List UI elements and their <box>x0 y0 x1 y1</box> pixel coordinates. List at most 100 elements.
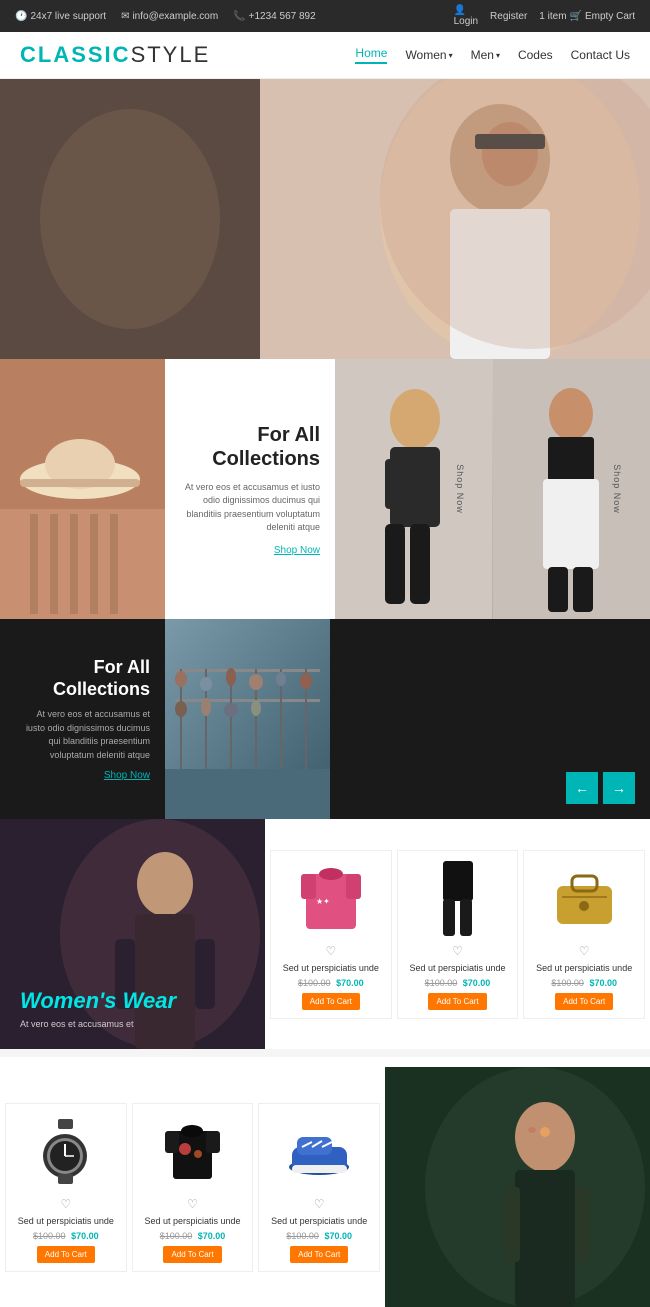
men-person-svg <box>385 1067 650 1307</box>
phone-info: 📞 +1234 567 892 <box>233 11 315 22</box>
clock-icon: 🕐 <box>15 11 27 22</box>
collections-text: For All Collections At vero eos et accus… <box>165 359 335 619</box>
new-price-1: $70.00 <box>336 978 364 988</box>
men-product-image-3 <box>284 1112 354 1192</box>
next-arrow-button[interactable]: → <box>603 772 635 804</box>
men-product-3: ♡ Sed ut perspiciatis unde $100.00 $70.0… <box>258 1103 380 1272</box>
nav-men[interactable]: Men ▾ <box>471 48 500 62</box>
top-bar: 🕐 24x7 live support ✉ info@example.com 📞… <box>0 0 650 32</box>
men-banner: Men's Wear At vero eos et accusamus et <box>385 1067 650 1307</box>
men-product-1: ♡ Sed ut perspiciatis unde $100.00 $70.0… <box>5 1103 127 1272</box>
black-pants-svg <box>438 861 478 936</box>
men-product-grid: ♡ Sed ut perspiciatis unde $100.00 $70.0… <box>0 1067 385 1307</box>
men-old-price-3: $100.00 <box>286 1231 319 1241</box>
men-product-title-3: Sed ut perspiciatis unde <box>271 1216 367 1226</box>
brown-bag-svg <box>552 871 617 926</box>
hat-image <box>0 359 165 619</box>
wishlist-icon-3[interactable]: ♡ <box>579 944 590 958</box>
cart-count: 1 item <box>539 11 566 22</box>
hero-right-panel <box>260 79 650 359</box>
header: CLASSICSTYLE Home Women ▾ Men ▾ Codes Co… <box>0 32 650 79</box>
men-add-to-cart-3[interactable]: Add To Cart <box>290 1246 348 1263</box>
logo-classic: CLASSIC <box>20 42 131 67</box>
logo: CLASSICSTYLE <box>20 42 210 68</box>
add-to-cart-1[interactable]: Add To Cart <box>302 993 360 1010</box>
men-old-price-2: $100.00 <box>160 1231 193 1241</box>
men-new-price-2: $70.00 <box>198 1231 226 1241</box>
main-nav: Home Women ▾ Men ▾ Codes Contact Us <box>355 46 630 64</box>
women-product-1: ★✦ ♡ Sed ut perspiciatis unde $100.00 $7… <box>270 850 392 1019</box>
men-add-to-cart-1[interactable]: Add To Cart <box>37 1246 95 1263</box>
hat-svg <box>0 359 165 619</box>
email-info: ✉ info@example.com <box>121 11 218 22</box>
men-wishlist-icon-2[interactable]: ♡ <box>187 1197 198 1211</box>
men-wishlist-icon-1[interactable]: ♡ <box>60 1197 71 1211</box>
model-panel-1: Shop Now <box>335 359 493 619</box>
women-product-2: ♡ Sed ut perspiciatis unde $100.00 $70.0… <box>397 850 519 1019</box>
nav-home[interactable]: Home <box>355 46 387 64</box>
add-to-cart-2[interactable]: Add To Cart <box>428 993 486 1010</box>
product-price-2: $100.00 $70.00 <box>425 978 491 988</box>
login-link[interactable]: 👤 Login <box>454 5 478 27</box>
slider-arrows: ← → <box>330 619 650 819</box>
tshirt-svg <box>165 1119 220 1184</box>
cart-icon: 🛒 <box>570 11 582 22</box>
women-subtitle: At vero eos et accusamus et <box>20 1019 176 1029</box>
wishlist-icon-1[interactable]: ♡ <box>325 944 336 958</box>
wishlist-icon-2[interactable]: ♡ <box>452 944 463 958</box>
add-to-cart-3[interactable]: Add To Cart <box>555 993 613 1010</box>
shop-now-link-1[interactable]: Shop Now <box>180 545 320 556</box>
new-price-3: $70.00 <box>589 978 617 988</box>
men-product-price-2: $100.00 $70.00 <box>160 1231 226 1241</box>
product-price-3: $100.00 $70.00 <box>551 978 617 988</box>
new-price-2: $70.00 <box>463 978 491 988</box>
collections-section-1: For All Collections At vero eos et accus… <box>0 359 650 619</box>
old-price-3: $100.00 <box>551 978 584 988</box>
shop-now-vertical-1[interactable]: Shop Now <box>455 464 465 514</box>
old-price-1: $100.00 <box>298 978 331 988</box>
hero-banner <box>0 79 650 359</box>
men-product-image-1 <box>31 1112 101 1192</box>
women-product-3: ♡ Sed ut perspiciatis unde $100.00 $70.0… <box>523 850 645 1019</box>
nav-codes[interactable]: Codes <box>518 48 553 62</box>
women-banner-text: Women's Wear At vero eos et accusamus et <box>20 988 176 1029</box>
product-price-1: $100.00 $70.00 <box>298 978 364 988</box>
men-wishlist-icon-3[interactable]: ♡ <box>314 1197 325 1211</box>
chevron-down-icon: ▾ <box>449 51 453 60</box>
men-product-title-1: Sed ut perspiciatis unde <box>18 1216 114 1226</box>
top-bar-right: 👤 Login Register 1 item 🛒 Empty Cart <box>454 5 635 27</box>
prev-arrow-button[interactable]: ← <box>566 772 598 804</box>
collections-section-2: For All Collections At vero eos et accus… <box>0 619 650 819</box>
hero-left-image <box>0 79 260 359</box>
nav-women[interactable]: Women ▾ <box>405 48 452 62</box>
nav-contact[interactable]: Contact Us <box>571 48 630 62</box>
hero-left-panel <box>0 79 260 359</box>
sneakers-svg <box>287 1127 352 1177</box>
shop-now-vertical-2[interactable]: Shop Now <box>612 464 622 514</box>
product-image-3 <box>549 859 619 939</box>
chevron-down-icon: ▾ <box>496 51 500 60</box>
women-banner: Women's Wear At vero eos et accusamus et <box>0 819 265 1049</box>
shop-now-link-2[interactable]: Shop Now <box>15 770 150 781</box>
men-section: ♡ Sed ut perspiciatis unde $100.00 $70.0… <box>0 1067 650 1307</box>
men-new-price-1: $70.00 <box>71 1231 99 1241</box>
men-old-price-1: $100.00 <box>33 1231 66 1241</box>
product-image-1: ★✦ <box>296 859 366 939</box>
women-section: Women's Wear At vero eos et accusamus et… <box>0 819 650 1049</box>
product-title-1: Sed ut perspiciatis unde <box>283 963 379 973</box>
product-title-2: Sed ut perspiciatis unde <box>409 963 505 973</box>
cart-link[interactable]: 1 item 🛒 Empty Cart <box>539 11 635 22</box>
men-product-price-3: $100.00 $70.00 <box>286 1231 352 1241</box>
support-info: 🕐 24x7 live support <box>15 11 106 22</box>
product-image-2 <box>423 859 493 939</box>
women-product-grid: ★✦ ♡ Sed ut perspiciatis unde $100.00 $7… <box>265 819 650 1049</box>
model-panel-2: Shop Now <box>493 359 650 619</box>
store-image <box>165 619 330 819</box>
men-product-2: ♡ Sed ut perspiciatis unde $100.00 $70.0… <box>132 1103 254 1272</box>
men-product-image-2 <box>158 1112 228 1192</box>
collections2-heading: For All Collections <box>15 657 150 700</box>
model-panels: Shop Now Shop Now <box>335 359 650 619</box>
register-link[interactable]: Register <box>490 11 527 22</box>
men-add-to-cart-2[interactable]: Add To Cart <box>163 1246 221 1263</box>
product-title-3: Sed ut perspiciatis unde <box>536 963 632 973</box>
